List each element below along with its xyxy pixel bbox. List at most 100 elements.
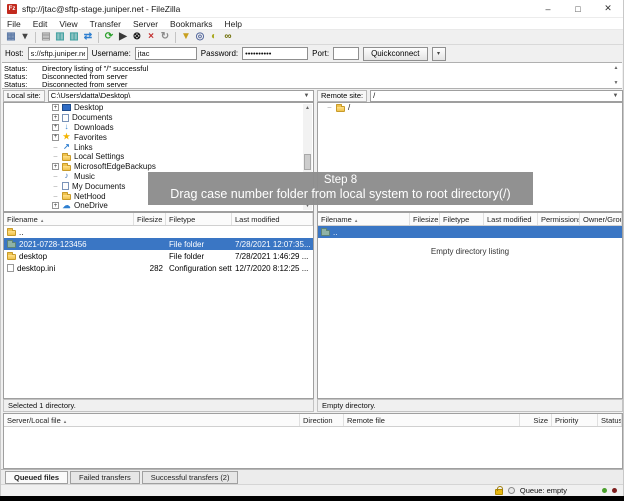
password-input[interactable] [242,47,309,60]
column-header-priority[interactable]: Priority [552,414,598,426]
port-input[interactable] [333,47,360,60]
tree-item-links[interactable]: Links [4,142,313,152]
toggle-remote-tree-icon[interactable]: ▥ [67,31,81,44]
tree-item-microsoftedgebackups[interactable]: MicrosoftEdgeBackups [4,162,313,172]
tree-item-label: MicrosoftEdgeBackups [74,162,156,172]
tree-item-label: My Documents [72,181,126,191]
menu-item-transfer[interactable]: Transfer [84,19,127,29]
file-name: desktop.ini [17,263,56,273]
tree-item-local-settings[interactable]: Local Settings [4,152,313,162]
refresh-icon[interactable]: ⟳ [102,31,116,44]
activity-led-red-icon [612,488,617,493]
reconnect-icon[interactable]: ↻ [158,31,172,44]
find-icon[interactable]: ∞ [221,31,235,44]
site-manager-icon[interactable]: ▦ [4,31,18,44]
overlay-step-label: Step 8 [323,174,358,186]
column-header-size[interactable]: Size [520,414,552,426]
column-header-filetype[interactable]: Filetype [166,213,232,225]
column-header-last-modified[interactable]: Last modified [484,213,538,225]
close-button[interactable]: ✕ [593,0,623,18]
scroll-down-icon[interactable]: ▼ [612,80,620,86]
tutorial-overlay: Step 8 Drag case number folder from loca… [148,172,533,205]
column-header-direction[interactable]: Direction [300,414,344,426]
file-row[interactable]: desktop File folder 7/28/2021 1:46:29 ... [4,250,313,262]
remote-site-combobox[interactable]: / ▼ [370,89,623,102]
host-input[interactable] [27,47,88,60]
menu-item-edit[interactable]: Edit [27,19,54,29]
remote-site-label: Remote site: [317,89,368,102]
tab-queued-files[interactable]: Queued files [5,471,69,484]
column-header-permissions[interactable]: Permissions [538,213,580,225]
toggle-local-tree-icon[interactable]: ▥ [53,31,67,44]
file-row[interactable]: .. [318,226,622,238]
tab-failed-transfers[interactable]: Failed transfers [70,471,140,484]
file-row[interactable]: 2021-0728-123456 File folder 7/28/2021 12:… [4,238,313,250]
file-name: 2021-0728-123456 [19,239,87,249]
tree-item-label: Desktop [74,103,104,113]
folder-icon [62,152,71,161]
expand-icon[interactable] [52,133,59,141]
menu-item-help[interactable]: Help [219,19,248,29]
column-header-filename[interactable]: Filename [4,213,134,225]
tab-successful-transfers-2[interactable]: Successful transfers (2) [141,471,239,484]
toolbar-separator [175,31,176,43]
menu-item-bookmarks[interactable]: Bookmarks [164,19,219,29]
local-file-list-header: FilenameFilesizeFiletypeLast modified [4,213,313,226]
tree-item-[interactable]: / [318,103,622,113]
username-input[interactable] [134,47,197,60]
expand-icon[interactable] [52,163,59,171]
file-row[interactable]: .. [4,226,313,238]
tree-item-documents[interactable]: Documents [4,113,313,123]
local-site-combobox[interactable]: C:\Users\datta\Desktop\ ▼ [47,89,314,102]
maximize-button[interactable]: □ [563,0,593,18]
column-header-filename[interactable]: Filename [318,213,410,225]
quickconnect-button[interactable]: Quickconnect [363,46,428,61]
column-header-filesize[interactable]: Filesize [410,213,440,225]
column-header-owner-group[interactable]: Owner/Group [580,213,622,225]
expand-icon[interactable] [52,104,59,112]
process-queue-icon[interactable]: ▶ [116,31,130,44]
file-modified: 7/28/2021 12:07:35... [235,239,311,249]
column-header-remote-file[interactable]: Remote file [344,414,520,426]
minimize-button[interactable]: – [533,0,563,18]
tree-guide-icon [326,104,333,111]
cancel-icon[interactable]: ⊗ [130,31,144,44]
sync-browse-icon[interactable]: ◐ [207,31,221,44]
tree-item-downloads[interactable]: Downloads [4,123,313,133]
toggle-log-icon[interactable]: ▤ [39,31,53,44]
file-row[interactable]: desktop.ini 282 Configuration setti...12/7… [4,262,313,274]
remote-file-list-header: FilenameFilesizeFiletypeLast modifiedPer… [318,213,622,226]
tree-item-favorites[interactable]: Favorites [4,132,313,142]
scroll-up-icon[interactable]: ▲ [612,65,620,71]
column-header-status[interactable]: Status [598,414,622,426]
queue-tabs: Queued files Failed transfers Successful t… [1,469,623,484]
column-header-last-modified[interactable]: Last modified [232,213,313,225]
scrollbar-thumb[interactable] [304,154,311,170]
chevron-down-icon[interactable]: ▼ [611,93,620,99]
expand-icon[interactable] [52,114,59,122]
quickconnect-dropdown-icon[interactable]: ▾ [431,46,446,61]
column-header-filetype[interactable]: Filetype [440,213,484,225]
local-site-path: C:\Users\datta\Desktop\ [50,91,131,100]
column-header-server-local-file[interactable]: Server/Local file [4,414,300,426]
column-header-filesize[interactable]: Filesize [134,213,166,225]
menu-bar: File Edit View Transfer Server Bookmarks Help [1,18,623,30]
toggle-queue-icon[interactable]: ⇄ [81,31,95,44]
tree-item-desktop[interactable]: Desktop [4,103,313,113]
filter-icon[interactable]: ▼ [179,31,193,44]
menu-item-view[interactable]: View [53,19,83,29]
disconnect-icon[interactable]: × [144,31,158,44]
tree-guide-icon [52,183,59,190]
scroll-up-icon[interactable]: ▲ [303,104,312,112]
site-manager-dropdown-icon[interactable]: ▾ [18,31,32,44]
expand-icon[interactable] [52,123,59,131]
menu-item-file[interactable]: File [1,19,27,29]
remote-status-strip: Empty directory. [317,399,623,412]
expand-icon[interactable] [52,202,59,210]
favorites-icon [62,133,71,141]
tree-item-label: NetHood [74,191,106,201]
message-log: ▲ ▼ Status: Directory listing of "/" succ… [2,62,622,89]
menu-item-server[interactable]: Server [127,19,164,29]
chevron-down-icon[interactable]: ▼ [302,93,311,99]
compare-icon[interactable]: ◎ [193,31,207,44]
